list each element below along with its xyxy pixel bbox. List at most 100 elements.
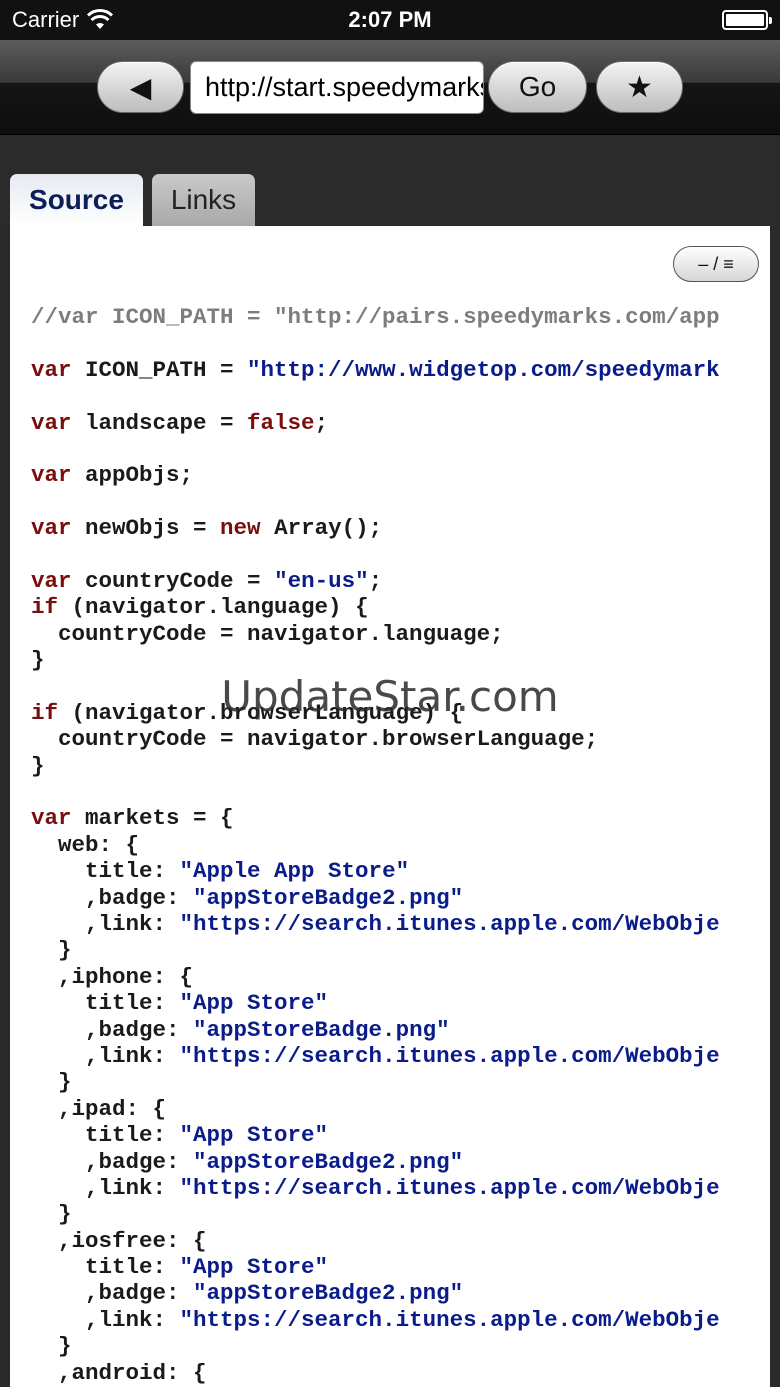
wrap-toggle-button[interactable]: – / ≡: [673, 246, 759, 282]
code-token: countryCode = navigator.language;: [31, 620, 504, 647]
battery-icon: [722, 10, 772, 30]
code-token: }: [31, 1069, 72, 1096]
code-token: title:: [31, 990, 180, 1017]
code-line: ,badge: "appStoreBadge.png": [31, 1017, 770, 1043]
code-token: var: [31, 567, 72, 594]
code-token: "appStoreBadge2.png": [193, 884, 464, 911]
code-token: }: [31, 752, 45, 779]
code-line: ,badge: "appStoreBadge2.png": [31, 1149, 770, 1175]
code-token: ,android: {: [31, 1359, 207, 1386]
code-line: var appObjs;: [31, 462, 770, 488]
code-token: "appStoreBadge.png": [193, 1016, 450, 1043]
code-token: "App Store": [179, 1254, 329, 1281]
code-line: title: "App Store": [31, 1254, 770, 1280]
code-token: countryCode =: [71, 567, 275, 594]
code-token: "https://search.itunes.apple.com/WebObje: [179, 910, 720, 937]
code-token: title:: [31, 858, 180, 885]
code-line: }: [31, 1333, 770, 1359]
code-token: }: [31, 1333, 72, 1360]
code-token: "https://search.itunes.apple.com/WebObje: [179, 1174, 720, 1201]
back-button[interactable]: ◀: [97, 61, 184, 113]
code-token: ICON_PATH =: [71, 356, 248, 383]
code-token: "https://search.itunes.apple.com/WebObje: [179, 1042, 720, 1069]
code-token: ,ipad: {: [31, 1095, 167, 1122]
code-line: if (navigator.browserLanguage) {: [31, 700, 770, 726]
source-view[interactable]: – / ≡ //var ICON_PATH = "http://pairs.sp…: [10, 226, 770, 1387]
code-line: countryCode = navigator.language;: [31, 621, 770, 647]
bookmark-button[interactable]: ★: [596, 61, 683, 113]
code-line: ,link: "https://search.itunes.apple.com/…: [31, 1175, 770, 1201]
url-input[interactable]: http://start.speedymarks.com/: [190, 61, 484, 114]
code-token: (navigator.language) {: [58, 594, 369, 621]
code-token: ,iosfree: {: [31, 1227, 207, 1254]
code-token: var: [31, 515, 72, 542]
code-line: ,iphone: {: [31, 964, 770, 990]
code-line: }: [31, 753, 770, 779]
code-line: ,badge: "appStoreBadge2.png": [31, 1280, 770, 1306]
code-line: var landscape = false;: [31, 410, 770, 436]
code-token: markets = {: [71, 805, 234, 832]
tab-links[interactable]: Links: [152, 174, 255, 226]
code-token: //var ICON_PATH = "http://pairs.speedyma…: [31, 304, 720, 330]
code-token: "http://www.widgetop.com/speedymark: [247, 356, 720, 383]
code-line: ,link: "https://search.itunes.apple.com/…: [31, 1043, 770, 1069]
code-line: //var ICON_PATH = "http://pairs.speedyma…: [31, 304, 770, 330]
code-token: ,link:: [31, 1174, 180, 1201]
go-button[interactable]: Go: [488, 61, 587, 113]
code-line: var ICON_PATH = "http://www.widgetop.com…: [31, 357, 770, 383]
code-token: }: [31, 937, 72, 964]
code-token: }: [31, 647, 45, 674]
code-line: title: "Apple App Store": [31, 858, 770, 884]
code-token: title:: [31, 1122, 180, 1149]
status-time: 2:07 PM: [348, 7, 432, 32]
code-token: countryCode = navigator.browserLanguage;: [31, 726, 599, 753]
code-token: new: [220, 515, 261, 542]
code-line: web: {: [31, 832, 770, 858]
code-token: "appStoreBadge2.png": [193, 1280, 464, 1307]
code-line: ,link: "https://search.itunes.apple.com/…: [31, 911, 770, 937]
source-code: //var ICON_PATH = "http://pairs.speedyma…: [31, 304, 770, 1386]
code-line: ,iosfree: {: [31, 1228, 770, 1254]
code-token: ,badge:: [31, 1016, 194, 1043]
code-token: }: [31, 1201, 72, 1228]
code-token: "App Store": [179, 990, 329, 1017]
code-line: title: "App Store": [31, 1122, 770, 1148]
code-line: if (navigator.language) {: [31, 594, 770, 620]
code-token: ,badge:: [31, 1148, 194, 1175]
code-line: var newObjs = new Array();: [31, 515, 770, 541]
toolbar: ◀ http://start.speedymarks.com/ Go ★: [0, 40, 780, 135]
code-line: ,ipad: {: [31, 1096, 770, 1122]
code-token: "App Store": [179, 1122, 329, 1149]
code-token: ;: [314, 409, 329, 436]
code-token: false: [247, 409, 315, 436]
back-arrow-icon: ◀: [129, 71, 152, 103]
code-token: "https://search.itunes.apple.com/WebObje: [179, 1306, 720, 1333]
code-line: }: [31, 1201, 770, 1227]
code-token: title:: [31, 1254, 180, 1281]
tab-source[interactable]: Source: [10, 174, 143, 226]
code-token: ,link:: [31, 1042, 180, 1069]
code-token: newObjs =: [71, 515, 221, 542]
code-token: var: [31, 805, 72, 832]
code-token: Array();: [260, 515, 383, 542]
code-token: ,link:: [31, 1306, 180, 1333]
code-line: ,badge: "appStoreBadge2.png": [31, 885, 770, 911]
code-token: if: [31, 699, 59, 726]
code-token: ,badge:: [31, 1280, 194, 1307]
code-token: var: [31, 462, 72, 489]
code-token: appObjs;: [71, 462, 194, 489]
code-line: ,link: "https://search.itunes.apple.com/…: [31, 1307, 770, 1333]
code-token: ;: [368, 567, 383, 594]
code-line: }: [31, 647, 770, 673]
code-token: var: [31, 356, 72, 383]
code-line: countryCode = navigator.browserLanguage;: [31, 726, 770, 752]
code-line: }: [31, 1069, 770, 1095]
code-line: ,android: {: [31, 1360, 770, 1386]
code-token: web: {: [31, 831, 140, 858]
code-token: ,link:: [31, 910, 180, 937]
